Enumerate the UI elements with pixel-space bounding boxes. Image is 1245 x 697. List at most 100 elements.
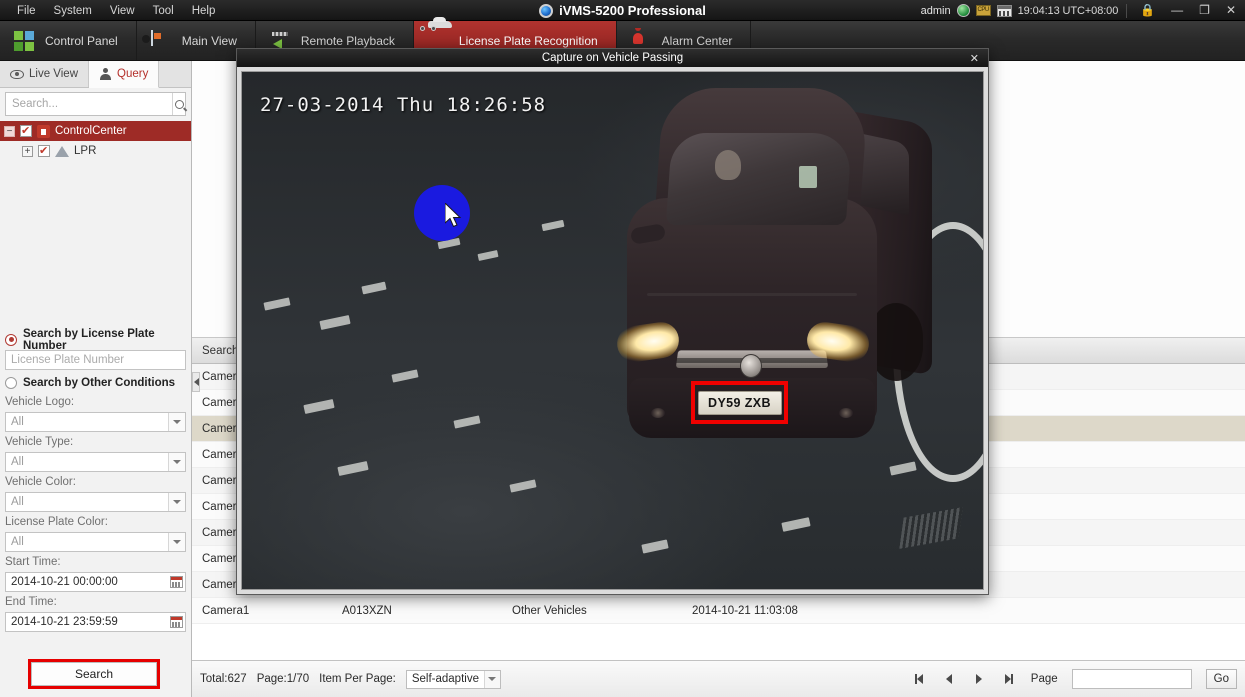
grid-icon xyxy=(14,31,36,51)
previous-page-button[interactable] xyxy=(941,671,957,687)
tree-checkbox[interactable] xyxy=(20,125,32,137)
chevron-down-icon xyxy=(168,493,185,511)
panel-collapse-button[interactable] xyxy=(192,372,200,392)
calendar-icon[interactable] xyxy=(997,5,1012,17)
tab-control-panel[interactable]: Control Panel xyxy=(0,21,137,60)
titlebar-divider xyxy=(1126,4,1127,18)
radio-search-by-plate[interactable]: Search by License Plate Number xyxy=(5,329,186,350)
tab-label: Remote Playback xyxy=(301,34,395,48)
menu-item-view[interactable]: View xyxy=(101,2,144,20)
tab-label: Main View xyxy=(182,34,237,48)
license-plate-text: DY59 ZXB xyxy=(698,391,782,415)
tree-item-controlcenter[interactable]: − ControlCenter xyxy=(0,121,191,141)
end-time-field[interactable]: 2014-10-21 23:59:59 xyxy=(5,612,186,632)
tree-item-label: ControlCenter xyxy=(55,125,127,137)
vehicle-logo-select[interactable]: All xyxy=(5,412,186,432)
go-button[interactable]: Go xyxy=(1206,669,1237,689)
search-input[interactable] xyxy=(6,93,172,115)
menu-item-tool[interactable]: Tool xyxy=(144,2,183,20)
menu-item-help[interactable]: Help xyxy=(183,2,225,20)
vehicle-hood-line xyxy=(647,293,857,296)
globe-icon[interactable] xyxy=(957,4,970,17)
tab-label: License Plate Recognition xyxy=(459,34,598,48)
sidebar-search-box[interactable] xyxy=(5,92,186,116)
vehicle-image: DY59 ZXB xyxy=(607,78,927,478)
close-button[interactable]: ✕ xyxy=(1221,0,1241,21)
cell-plate: A013XZN xyxy=(332,605,502,617)
sidebar-tab-query[interactable]: Query xyxy=(89,61,159,88)
chevron-down-icon xyxy=(484,671,500,688)
captured-video-frame[interactable]: 27-03-2014 Thu 18:26:58 xyxy=(241,71,984,590)
app-title-text: iVMS-5200 Professional xyxy=(559,3,706,18)
menu-item-file[interactable]: File xyxy=(8,2,45,20)
start-time-label: Start Time: xyxy=(5,553,186,572)
control-center-icon xyxy=(37,125,50,138)
total-label: Total:627 xyxy=(200,673,247,685)
capture-dialog: Capture on Vehicle Passing ✕ xyxy=(236,48,989,595)
vehicle-badge xyxy=(740,354,762,378)
device-tree: − ControlCenter + LPR xyxy=(0,121,191,161)
pagination-bar: Total:627 Page:1/70 Item Per Page: Self-… xyxy=(192,660,1245,697)
tree-expander-icon[interactable]: − xyxy=(4,126,15,137)
end-time-label: End Time: xyxy=(5,593,186,612)
first-page-button[interactable] xyxy=(911,671,927,687)
vehicle-tax-disc xyxy=(799,166,817,188)
chevron-down-icon xyxy=(168,453,185,471)
radio-search-by-other[interactable]: Search by Other Conditions xyxy=(5,372,186,393)
table-row[interactable]: Camera1 A013XZN Other Vehicles 2014-10-2… xyxy=(192,598,1245,624)
sidebar-tab-label: Query xyxy=(117,68,148,80)
calendar-picker-icon[interactable] xyxy=(167,613,185,631)
vehicle-driver xyxy=(715,150,741,180)
current-user-label: admin xyxy=(921,5,951,17)
lock-button[interactable]: 🔒 xyxy=(1135,0,1160,21)
vehicle-logo-label: Vehicle Logo: xyxy=(5,393,186,412)
license-plate-color-label: License Plate Color: xyxy=(5,513,186,532)
left-panel: Live View Query − ControlCenter + xyxy=(0,61,192,697)
item-per-page-label: Item Per Page: xyxy=(319,673,396,685)
clock-label: 19:04:13 UTC+08:00 xyxy=(1018,5,1119,17)
search-button-icon[interactable] xyxy=(172,93,185,115)
last-page-button[interactable] xyxy=(1001,671,1017,687)
radio-icon xyxy=(5,377,17,389)
minimize-button[interactable]: — xyxy=(1166,0,1188,21)
license-plate-color-select[interactable]: All xyxy=(5,532,186,552)
pagination-controls: Page Go xyxy=(911,669,1237,689)
chevron-left-icon xyxy=(194,378,199,386)
vehicle-type-select[interactable]: All xyxy=(5,452,186,472)
tree-item-lpr[interactable]: + LPR xyxy=(0,141,191,161)
cpu-icon[interactable]: CPU xyxy=(976,5,991,16)
app-window: iVMS-5200 Professional admin CPU 19:04:1… xyxy=(0,0,1245,697)
dialog-close-button[interactable]: ✕ xyxy=(967,49,982,67)
select-value: All xyxy=(6,493,168,511)
radio-label: Search by Other Conditions xyxy=(23,377,175,389)
select-value: All xyxy=(6,453,168,471)
tree-checkbox[interactable] xyxy=(38,145,50,157)
menu-item-system[interactable]: System xyxy=(45,2,101,20)
start-time-value: 2014-10-21 00:00:00 xyxy=(6,573,167,591)
tree-expander-icon[interactable]: + xyxy=(22,146,33,157)
page-number-input[interactable] xyxy=(1072,669,1192,689)
sidebar-tab-label: Live View xyxy=(29,68,78,80)
search-button[interactable]: Search xyxy=(31,662,157,686)
start-time-field[interactable]: 2014-10-21 00:00:00 xyxy=(5,572,186,592)
chevron-down-icon xyxy=(168,533,185,551)
sidebar-tab-live-view[interactable]: Live View xyxy=(0,61,89,87)
tab-label: Alarm Center xyxy=(662,34,733,48)
page-indicator-label: Page:1/70 xyxy=(257,673,309,685)
cell-type: Other Vehicles xyxy=(502,605,682,617)
vehicle-color-select[interactable]: All xyxy=(5,492,186,512)
tree-item-label: LPR xyxy=(74,145,96,157)
item-per-page-select[interactable]: Self-adaptive xyxy=(406,670,501,689)
dialog-title-text: Capture on Vehicle Passing xyxy=(542,52,683,64)
calendar-picker-icon[interactable] xyxy=(167,573,185,591)
search-filters: Search by License Plate Number License P… xyxy=(0,329,191,697)
menu-bar: File System View Tool Help xyxy=(0,0,224,21)
license-plate-input[interactable]: License Plate Number xyxy=(5,350,186,370)
next-page-button[interactable] xyxy=(971,671,987,687)
select-value: All xyxy=(6,413,168,431)
app-logo-icon xyxy=(539,4,553,18)
maximize-restore-button[interactable]: ❐ xyxy=(1194,0,1215,21)
radio-label: Search by License Plate Number xyxy=(23,328,186,352)
search-icon xyxy=(173,98,186,111)
tab-label: Control Panel xyxy=(45,34,118,48)
